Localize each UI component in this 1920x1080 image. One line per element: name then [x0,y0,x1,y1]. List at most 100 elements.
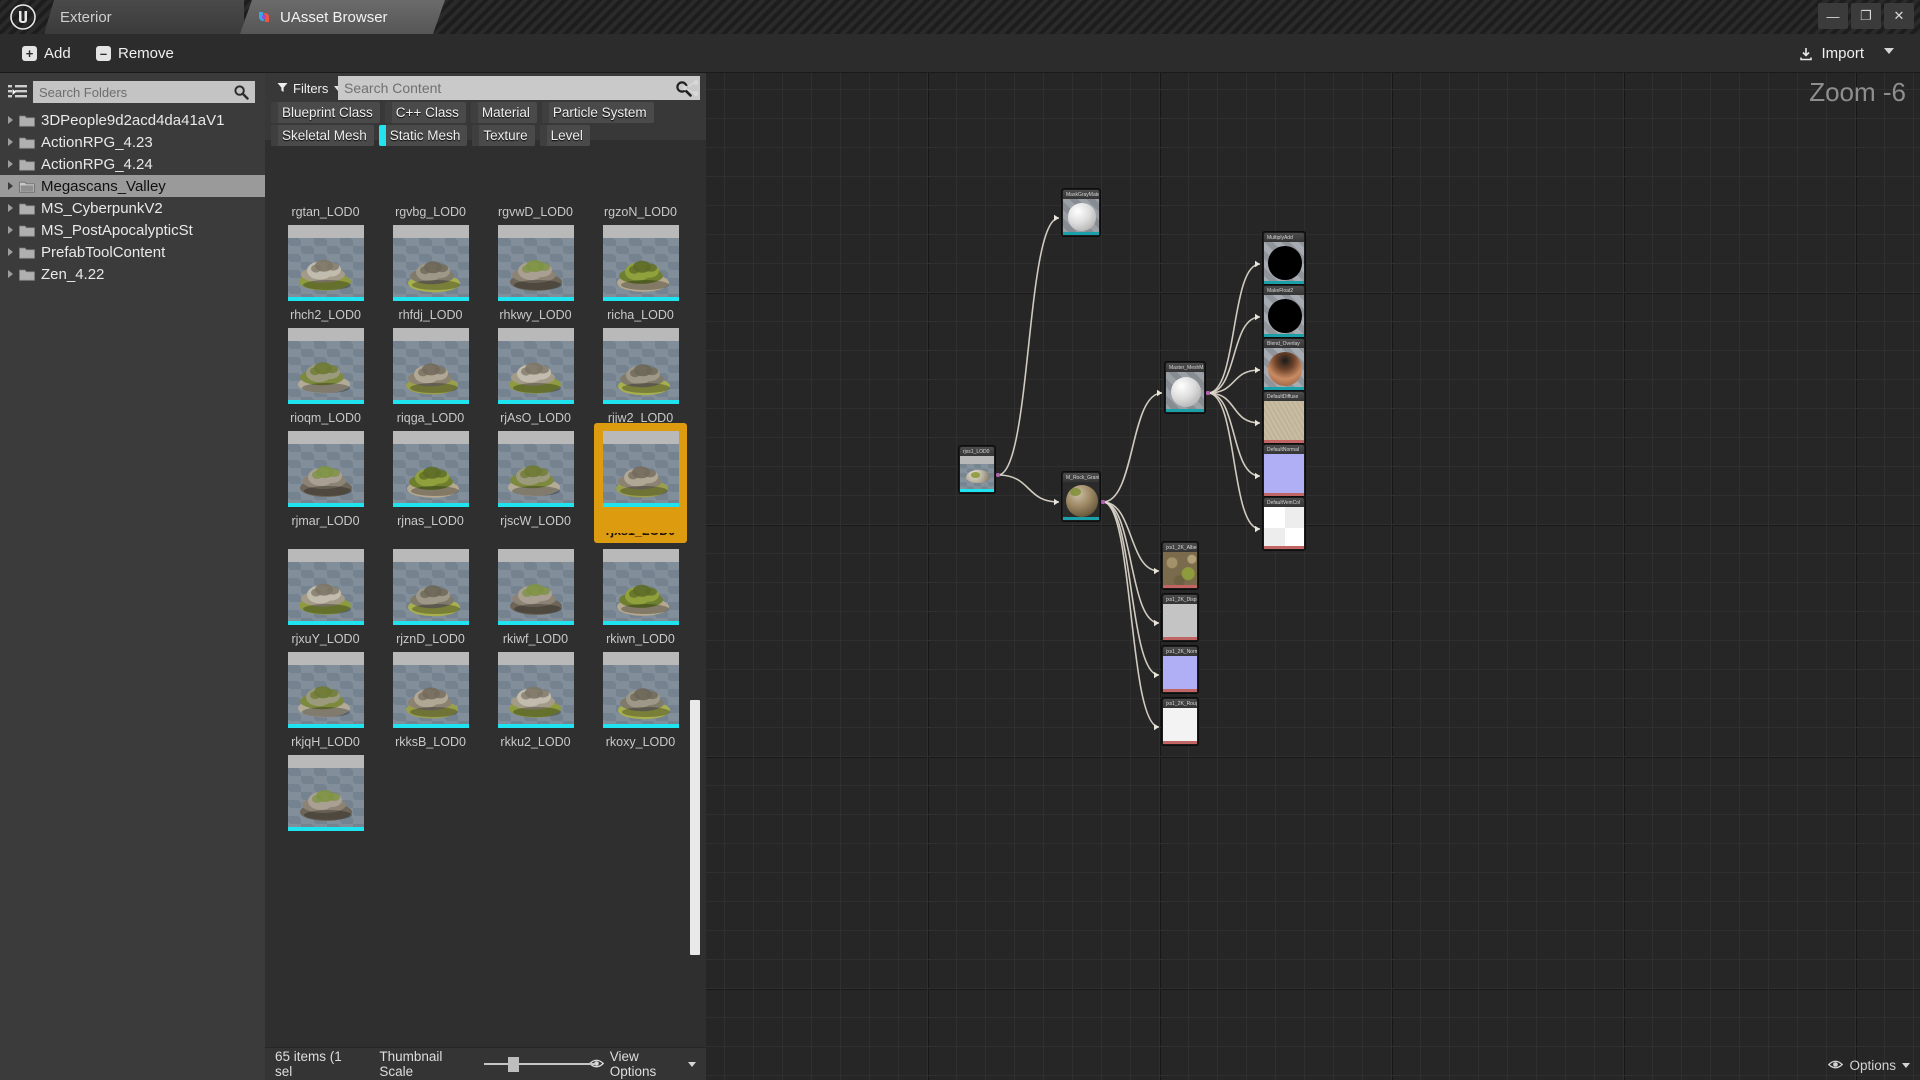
graph-node-rjxs1-lod0[interactable]: rjxs1_LOD0 [958,445,996,494]
sidebar-item-ms-cyberpunkv2[interactable]: MS_CyberpunkV2 [0,197,265,219]
filter-chip-texture[interactable]: Texture [472,125,534,146]
asset-grid-scrollbar[interactable] [693,140,703,1024]
filter-chip-static-mesh[interactable]: Static Mesh [379,125,468,146]
asset-thumbnail[interactable] [393,225,469,301]
filter-chip-level[interactable]: Level [540,125,590,146]
filter-chip-particle-system[interactable]: Particle System [542,102,654,123]
asset-tile[interactable]: rgvbg_LOD0 [378,140,483,219]
content-search-input[interactable]: Search Content [338,76,700,100]
sidebar-item-actionrpg-4-23[interactable]: ActionRPG_4.23 [0,131,265,153]
asset-grid[interactable]: rgtan_LOD0rgvbg_LOD0rgvwD_LOD0rgzoN_LOD0… [265,140,706,1024]
expand-arrow-icon[interactable] [4,224,17,237]
graph-node-jxs1-2k-displacement[interactable]: jxs1_2K_Displacement [1161,593,1199,642]
graph-node-defaultveincol[interactable]: DefaultVeinCol [1262,496,1306,551]
filter-chip-material[interactable]: Material [471,102,537,123]
view-options-button[interactable]: View Options [589,1049,696,1079]
filter-chip-blueprint-class[interactable]: Blueprint Class [271,102,380,123]
asset-grid-scrollbar-thumb[interactable] [690,700,700,955]
expand-arrow-icon[interactable] [4,158,17,171]
asset-thumbnail[interactable] [393,549,469,625]
asset-tile[interactable]: rgvwD_LOD0 [483,140,588,219]
asset-tile[interactable]: rkiwf_LOD0 [483,543,588,646]
graph-node-multiplyadd[interactable]: MultiplyAdd [1262,231,1306,286]
remove-button[interactable]: – Remove [88,40,182,67]
filter-chip-c-class[interactable]: C++ Class [385,102,466,123]
asset-thumbnail[interactable] [288,225,364,301]
asset-thumbnail[interactable] [498,225,574,301]
asset-thumbnail[interactable] [393,652,469,728]
expand-arrow-icon[interactable] [4,268,17,281]
asset-tile[interactable]: rhch2_LOD0 [273,219,378,322]
asset-tile[interactable]: rjAsO_LOD0 [483,322,588,425]
slider-handle[interactable] [508,1057,519,1072]
expand-arrow-icon[interactable] [4,202,17,215]
asset-thumbnail[interactable] [603,225,679,301]
folder-view-options-icon[interactable] [5,81,31,103]
graph-node-m-rock-granite-jxs1[interactable]: M_Rock_Granite_jxs1 [1061,471,1101,522]
asset-tile[interactable]: rjjw2_LOD0 [588,322,693,425]
sidebar-item-prefabtoolcontent[interactable]: PrefabToolContent [0,241,265,263]
asset-tile[interactable]: richa_LOD0 [588,219,693,322]
expand-arrow-icon[interactable] [4,114,17,127]
asset-thumbnail[interactable] [498,431,574,507]
graph-node-jxs1-2k-albedo[interactable]: jxs1_2K_Albedo [1161,541,1199,590]
asset-thumbnail[interactable] [498,328,574,404]
asset-tile[interactable]: rjxs1_LOD0 [588,425,693,543]
asset-thumbnail[interactable] [603,328,679,404]
import-button[interactable]: Import [1799,40,1864,67]
asset-thumbnail[interactable] [288,328,364,404]
sidebar-item-megascans-valley[interactable]: Megascans_Valley [0,175,265,197]
maximize-button[interactable]: ❐ [1851,3,1881,29]
asset-tile[interactable]: rkku2_LOD0 [483,646,588,749]
graph-node-master-meshmaster[interactable]: Master_MeshMaster [1164,361,1206,414]
folder-search-input[interactable]: Search Folders [33,81,255,103]
asset-tile[interactable]: rkjqH_LOD0 [273,646,378,749]
asset-thumbnail[interactable] [288,755,364,831]
graph-node-jxs1-2k-normal2018[interactable]: jxs1_2K_Normal2018 [1161,645,1199,694]
asset-tile[interactable]: rjxuY_LOD0 [273,543,378,646]
asset-tile[interactable] [273,749,378,831]
asset-tile[interactable]: rioqm_LOD0 [273,322,378,425]
asset-thumbnail[interactable] [393,328,469,404]
asset-thumbnail[interactable] [498,549,574,625]
expand-arrow-icon[interactable] [4,180,17,193]
asset-thumbnail[interactable] [603,549,679,625]
graph-node-defaultnormal[interactable]: DefaultNormal [1262,443,1306,498]
asset-thumbnail-selected[interactable] [594,423,687,533]
asset-thumbnail[interactable] [288,431,364,507]
asset-tile[interactable]: rkiwn_LOD0 [588,543,693,646]
graph-node-maskgraymaterial[interactable]: MaskGrayMaterial [1061,188,1101,237]
expand-arrow-icon[interactable] [4,246,17,259]
expand-arrow-icon[interactable] [4,136,17,149]
graph-node-jxs1-2k-roughness[interactable]: jxs1_2K_Roughness [1161,697,1199,746]
asset-tile[interactable]: rjmar_LOD0 [273,425,378,543]
graph-options-button[interactable]: Options [1828,1058,1910,1073]
asset-tile[interactable]: rhfdj_LOD0 [378,219,483,322]
add-button[interactable]: + Add [14,40,79,67]
filters-button[interactable]: Filters [271,77,348,100]
thumbnail-scale-slider[interactable] [484,1057,589,1071]
graph-node-defaultdiffuse[interactable]: DefaultDiffuse [1262,390,1306,445]
asset-tile[interactable]: rjznD_LOD0 [378,543,483,646]
filter-chip-skeletal-mesh[interactable]: Skeletal Mesh [271,125,374,146]
tab-uasset-browser[interactable]: UAsset Browser [240,0,445,34]
asset-tile[interactable]: rgzoN_LOD0 [588,140,693,219]
asset-tile[interactable]: riqga_LOD0 [378,322,483,425]
asset-tile[interactable]: rkoxy_LOD0 [588,646,693,749]
asset-tile[interactable]: rkksB_LOD0 [378,646,483,749]
sidebar-item-ms-postapocalypticst[interactable]: MS_PostApocalypticSt [0,219,265,241]
asset-thumbnail[interactable] [288,549,364,625]
sidebar-item-actionrpg-4-24[interactable]: ActionRPG_4.24 [0,153,265,175]
graph-node-blend-overlay[interactable]: Blend_Overlay [1262,337,1306,392]
tab-exterior[interactable]: Exterior [44,0,244,34]
asset-thumbnail[interactable] [498,652,574,728]
asset-tile[interactable]: rjnas_LOD0 [378,425,483,543]
chevron-down-icon[interactable] [1884,48,1894,54]
source-control-icon[interactable] [680,77,702,99]
minimize-button[interactable]: — [1818,3,1848,29]
asset-thumbnail[interactable] [603,652,679,728]
graph-node-makefloat2[interactable]: MakeFloat2 [1262,284,1306,339]
asset-thumbnail[interactable] [288,652,364,728]
close-button[interactable]: ✕ [1884,3,1914,29]
asset-tile[interactable]: rhkwy_LOD0 [483,219,588,322]
